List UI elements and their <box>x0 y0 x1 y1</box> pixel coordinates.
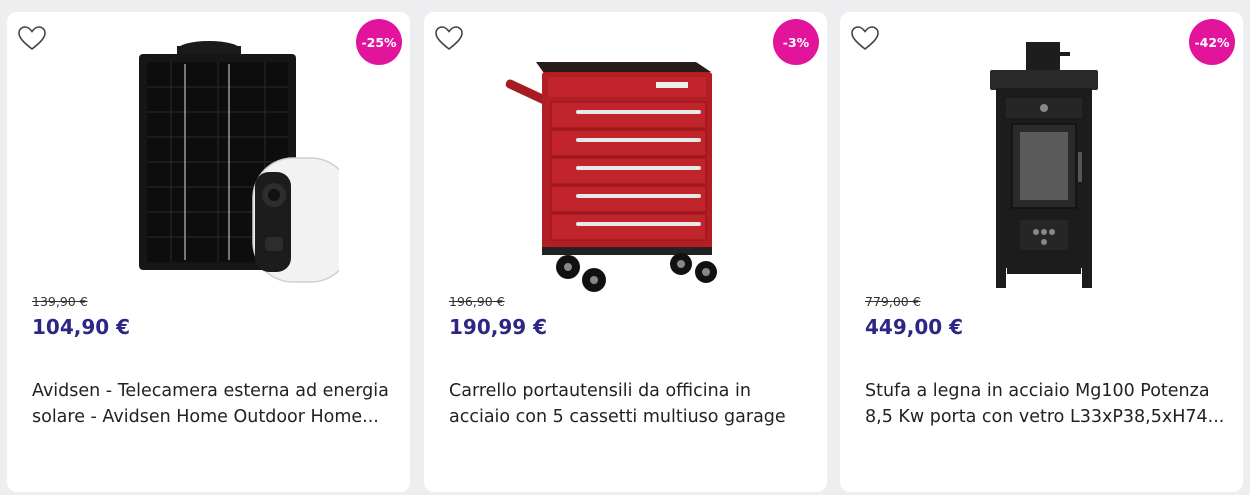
heart-icon[interactable] <box>17 24 47 52</box>
solar-camera-icon[interactable] <box>79 32 339 292</box>
discount-badge: -25% <box>356 19 402 65</box>
product-title[interactable]: Stufa a legna in acciaio Mg100 Potenza 8… <box>865 378 1225 430</box>
product-title[interactable]: Avidsen - Telecamera esterna ad energia … <box>32 378 392 430</box>
product-title[interactable]: Carrello portautensili da officina in ac… <box>449 378 809 430</box>
current-price: 190,99 € <box>449 315 548 339</box>
discount-badge: -42% <box>1189 19 1235 65</box>
product-card[interactable]: -3% 196,90 € 190,99 € Carrello portauten… <box>424 12 827 492</box>
current-price: 449,00 € <box>865 315 964 339</box>
product-card[interactable]: -42% 779,00 € 449,00 € Stufa a legna in … <box>840 12 1243 492</box>
heart-icon[interactable] <box>434 24 464 52</box>
wood-stove-icon[interactable] <box>912 32 1172 292</box>
tool-cart-icon[interactable] <box>496 32 756 292</box>
old-price: 139,90 € <box>32 294 88 309</box>
product-grid: -25% 139,90 € 104,90 € Avidsen - Telecam… <box>0 0 1250 495</box>
current-price: 104,90 € <box>32 315 131 339</box>
discount-badge: -3% <box>773 19 819 65</box>
product-card[interactable]: -25% 139,90 € 104,90 € Avidsen - Telecam… <box>7 12 410 492</box>
heart-icon[interactable] <box>850 24 880 52</box>
old-price: 196,90 € <box>449 294 505 309</box>
old-price: 779,00 € <box>865 294 921 309</box>
